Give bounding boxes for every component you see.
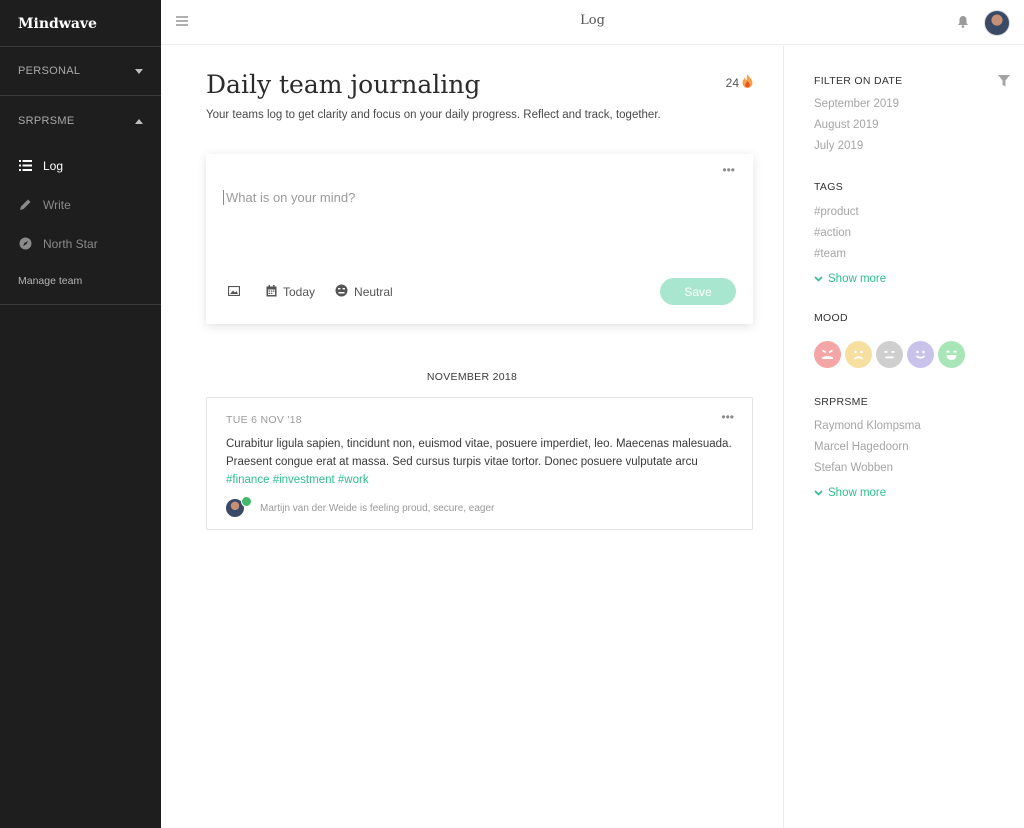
compass-icon [18, 237, 32, 251]
journal-input[interactable] [223, 190, 723, 205]
pencil-icon [18, 198, 32, 212]
calendar-icon [266, 284, 283, 300]
streak-count: 24 [725, 75, 739, 90]
sidebar-item-log[interactable]: Log [0, 146, 161, 185]
date-label: Today [283, 285, 316, 299]
entry-tag[interactable]: #work [338, 474, 369, 486]
entry-footer: Martijn van der Weide is feeling proud, … [226, 496, 495, 517]
member-filter-item[interactable]: Marcel Hagedoorn [814, 441, 909, 453]
tag-filter-item[interactable]: #action [814, 227, 851, 239]
app-logo[interactable]: Mindwave [0, 0, 161, 46]
neutral-face-icon[interactable] [876, 341, 903, 368]
tag-filter-item[interactable]: #team [814, 248, 846, 260]
neutral-face-icon [335, 284, 354, 300]
date-filter-item[interactable]: September 2019 [814, 98, 899, 110]
chevron-down-icon [135, 68, 143, 74]
sad-face-icon[interactable] [845, 341, 872, 368]
member-filter-item[interactable]: Raymond Klompsma [814, 420, 921, 432]
chevron-down-icon [814, 490, 823, 496]
mood-heading: MOOD [814, 312, 848, 324]
sidebar-item-label: Log [43, 158, 64, 173]
mood-label: Neutral [354, 285, 393, 299]
entry-tag[interactable]: #finance [226, 474, 269, 486]
chevron-down-icon [814, 276, 823, 282]
show-more-label: Show more [828, 273, 887, 285]
mood-face-icon [241, 496, 252, 507]
page-header-title: Log [580, 13, 605, 28]
team-section-label: SRPRSME [18, 115, 75, 127]
top-bar: Log [161, 0, 1024, 45]
sidebar: Mindwave PERSONAL SRPRSME Log Write Nort… [0, 0, 161, 828]
sidebar-item-label: North Star [43, 236, 98, 251]
composer-toolbar: Today Neutral [227, 284, 413, 300]
sidebar-item-write[interactable]: Write [0, 185, 161, 224]
date-filter-item[interactable]: July 2019 [814, 140, 863, 152]
add-image-button[interactable] [227, 285, 246, 299]
filter-panel: FILTER ON DATE September 2019 August 201… [783, 46, 1024, 828]
main-content: Daily team journaling 24 Your teams log … [161, 46, 783, 828]
sidebar-item-north-star[interactable]: North Star [0, 224, 161, 263]
manage-team-link[interactable]: Manage team [0, 263, 161, 298]
tags-heading: TAGS [814, 181, 844, 193]
date-filter-item[interactable]: August 2019 [814, 119, 879, 131]
members-show-more-link[interactable]: Show more [814, 487, 886, 499]
tags-show-more-link[interactable]: Show more [814, 273, 886, 285]
page-title: Daily team journaling [206, 70, 481, 99]
journal-composer: ••• Today Neutral Save [206, 154, 753, 324]
happy-face-icon[interactable] [907, 341, 934, 368]
entry-date: TUE 6 NOV '18 [226, 414, 302, 426]
filter-icon[interactable] [998, 74, 1010, 92]
save-button[interactable]: Save [660, 278, 736, 305]
personal-section-toggle[interactable]: PERSONAL [0, 46, 161, 96]
streak-badge: 24 [726, 74, 753, 91]
date-picker-button[interactable]: Today [266, 284, 316, 300]
list-icon [18, 159, 32, 173]
filter-date-heading: FILTER ON DATE [814, 75, 903, 87]
journal-entry: TUE 6 NOV '18 ••• Curabitur ligula sapie… [206, 397, 753, 530]
more-options-icon[interactable]: ••• [722, 164, 735, 176]
tag-filter-item[interactable]: #product [814, 206, 859, 218]
month-divider: NOVEMBER 2018 [426, 371, 518, 383]
personal-section-label: PERSONAL [18, 65, 81, 77]
user-avatar[interactable] [984, 10, 1010, 36]
mood-filter [814, 341, 969, 368]
show-more-label: Show more [828, 487, 887, 499]
angry-face-icon[interactable] [814, 341, 841, 368]
entry-tag[interactable]: #investment [273, 474, 335, 486]
page-subtitle: Your teams log to get clarity and focus … [206, 109, 661, 121]
fire-icon [742, 74, 753, 91]
more-options-icon[interactable]: ••• [721, 411, 734, 423]
entry-feeling: Martijn van der Weide is feeling proud, … [260, 502, 495, 514]
author-avatar[interactable] [226, 496, 252, 517]
mood-picker-button[interactable]: Neutral [335, 284, 393, 300]
grin-face-icon[interactable] [938, 341, 965, 368]
team-section: SRPRSME Log Write North Star Manage team [0, 96, 161, 305]
chevron-up-icon [135, 118, 143, 124]
image-icon [227, 285, 246, 299]
member-filter-item[interactable]: Stefan Wobben [814, 462, 893, 474]
bell-icon[interactable] [957, 15, 969, 33]
entry-body: Curabitur ligula sapien, tincidunt non, … [226, 438, 732, 468]
sidebar-item-label: Write [43, 197, 71, 212]
team-heading: SRPRSME [814, 396, 869, 408]
team-section-toggle[interactable]: SRPRSME [0, 96, 161, 146]
entry-text: Curabitur ligula sapien, tincidunt non, … [226, 435, 736, 489]
